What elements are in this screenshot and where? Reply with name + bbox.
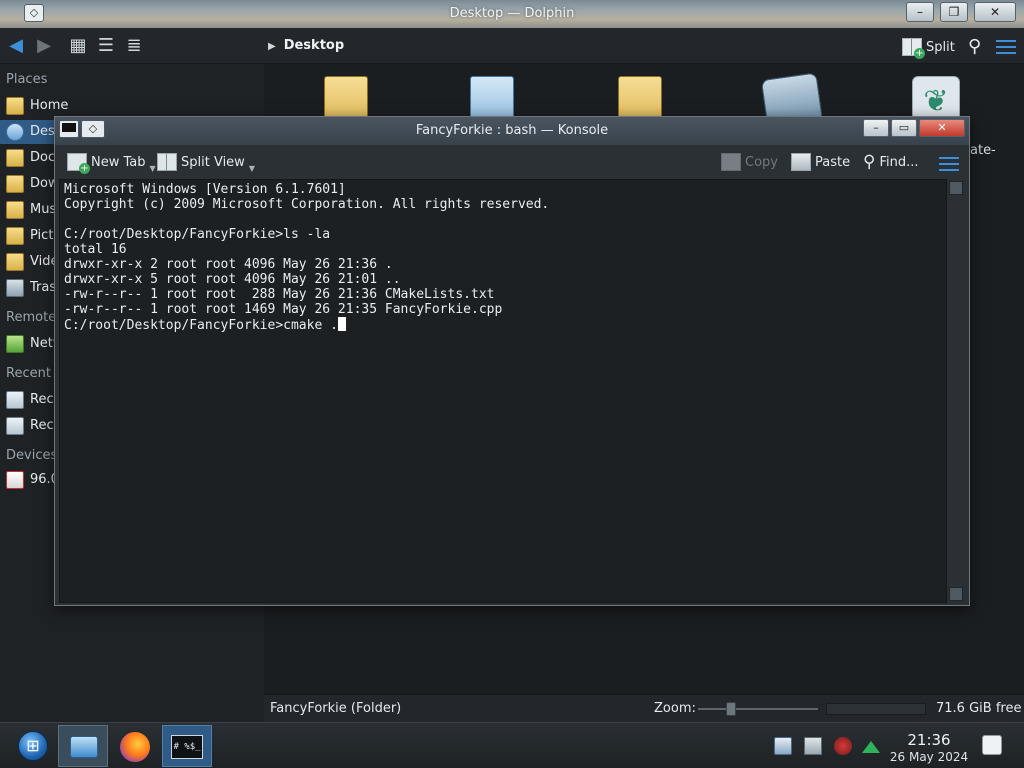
copy-icon [721,153,741,171]
zoom-label: Zoom: [654,701,696,716]
split-button[interactable]: + Split [902,36,955,59]
recent-files-icon [6,391,24,409]
copy-button[interactable]: Copy [721,151,778,173]
paste-button[interactable]: Paste [791,151,850,173]
terminal-line: total 16 [64,242,127,257]
split-label: Split [926,39,955,55]
find-button[interactable]: ⚲ Find... [863,151,919,173]
notifications-icon[interactable] [982,735,1002,755]
terminal-line: -rw-r--r-- 1 root root 288 May 26 21:36 … [64,287,495,302]
konsole-window: ◇ FancyForkie : bash — Konsole – ▭ ✕ + N… [54,116,970,606]
split-view-button[interactable]: Split View ▼ [157,151,255,173]
dropdown-arrow-icon: ▼ [149,164,156,173]
firefox-icon [120,732,150,762]
sidebar-header-recent: Recent [6,366,51,381]
terminal-line: C:/root/Desktop/FancyForkie>ls -la [64,227,331,242]
devices-icon[interactable] [804,737,822,755]
taskbar-file-manager[interactable] [58,725,108,767]
konsole-titlebar[interactable]: ◇ FancyForkie : bash — Konsole – ▭ ✕ [55,117,969,145]
scrollbar-end[interactable] [949,587,963,601]
minimize-button[interactable]: – [863,119,889,137]
dolphin-toolbar: ◀ ▶ ▦ ☰ ≣ ▶ Desktop + Split ⚲ [0,28,1024,64]
terminal-scrollbar[interactable] [947,179,965,603]
hamburger-menu-icon[interactable] [939,157,959,171]
documents-folder-icon [6,149,24,167]
terminal-app-icon[interactable] [59,120,79,138]
konsole-toolbar: + New Tab ▼ Split View ▼ Copy Paste ⚲ Fi… [55,145,969,179]
terminal-line: drwxr-xr-x 2 root root 4096 May 26 21:36… [64,257,393,272]
terminal-icon: # %$_ [171,735,203,759]
maximize-button[interactable]: ▭ [891,119,917,137]
details-view-icon[interactable]: ≣ [124,36,144,56]
start-menu-icon[interactable]: ⊞ [18,731,48,761]
pictures-folder-icon [6,227,24,245]
terminal-line: drwxr-xr-x 5 root root 4096 May 26 21:01… [64,272,401,287]
zoom-slider-handle[interactable] [726,702,736,716]
clock-time[interactable]: 21:36 [896,731,962,749]
sidebar-header-remote: Remote [6,310,57,325]
hamburger-menu-icon[interactable] [996,40,1016,54]
text-cursor [337,317,346,331]
scrollbar-thumb[interactable] [949,181,963,195]
file-label-partial: ate- [970,143,996,158]
dropdown-arrow-icon: ▼ [248,164,255,173]
sidebar-header-devices: Devices [6,448,58,463]
free-space-text: 71.6 GiB free [936,701,1022,716]
dolphin-window-title: Desktop — Dolphin [449,6,575,21]
drive-icon [6,471,24,489]
terminal-text: Microsoft Windows [Version 6.1.7601] Copy… [64,182,549,333]
dolphin-titlebar[interactable]: ◇ Desktop — Dolphin – ❐ ✕ [0,0,1024,28]
chevron-right-icon: ▶ [268,41,276,52]
terminal-line: Microsoft Windows [Version 6.1.7601] [64,182,346,197]
desktop-icon [6,123,24,141]
home-folder-icon [6,97,24,115]
sidebar-header-places: Places [6,72,48,87]
breadcrumb[interactable]: ▶ Desktop [268,38,344,53]
minimize-button[interactable]: – [906,2,934,22]
back-arrow-icon[interactable]: ◀ [6,36,26,56]
sidebar-item-home[interactable]: Home [0,94,264,118]
recent-locations-icon [6,417,24,435]
zoom-slider[interactable] [698,702,818,716]
status-bar: FancyForkie (Folder) Zoom: 71.6 GiB free [264,694,1024,722]
file-manager-icon [70,736,98,758]
close-button[interactable]: ✕ [919,119,965,137]
status-text: FancyForkie (Folder) [270,701,402,716]
videos-folder-icon [6,253,24,271]
updates-arrow-icon[interactable] [862,741,880,753]
music-folder-icon [6,201,24,219]
clipboard-icon[interactable] [774,737,792,755]
taskbar-firefox[interactable] [110,725,160,767]
terminal-line: -rw-r--r-- 1 root root 1469 May 26 21:35… [64,302,503,317]
window-menu-icon[interactable]: ◇ [81,120,105,138]
new-tab-button[interactable]: + New Tab ▼ [67,151,156,174]
search-icon[interactable]: ⚲ [968,36,981,57]
terminal-output[interactable]: Microsoft Windows [Version 6.1.7601] Copy… [59,179,947,603]
new-tab-icon: + [67,153,90,174]
window-menu-icon[interactable]: ◇ [24,4,44,22]
split-view-icon [157,153,177,171]
network-disconnected-icon[interactable] [834,737,852,755]
paste-icon [791,153,811,171]
compact-view-icon[interactable]: ☰ [96,36,116,56]
konsole-window-title: FancyForkie : bash — Konsole [415,123,609,138]
taskbar-konsole[interactable]: # %$_ [162,725,212,767]
clock-date[interactable]: 26 May 2024 [886,750,972,764]
downloads-folder-icon [6,175,24,193]
terminal-line: Copyright (c) 2009 Microsoft Corporation… [64,197,550,212]
network-icon [6,335,24,353]
free-space-bar [826,703,926,715]
close-button[interactable]: ✕ [974,2,1016,22]
search-icon: ⚲ [863,152,876,172]
maximize-button[interactable]: ❐ [940,2,968,22]
taskbar: ⊞ # %$_ 21:36 26 May 2024 [0,722,1024,768]
forward-arrow-icon[interactable]: ▶ [34,36,54,56]
split-icon: + [902,38,925,59]
trash-icon [6,279,24,297]
breadcrumb-desktop[interactable]: Desktop [284,38,344,53]
icons-view-icon[interactable]: ▦ [68,36,88,56]
terminal-prompt-line: C:/root/Desktop/FancyForkie>cmake . [64,317,346,333]
